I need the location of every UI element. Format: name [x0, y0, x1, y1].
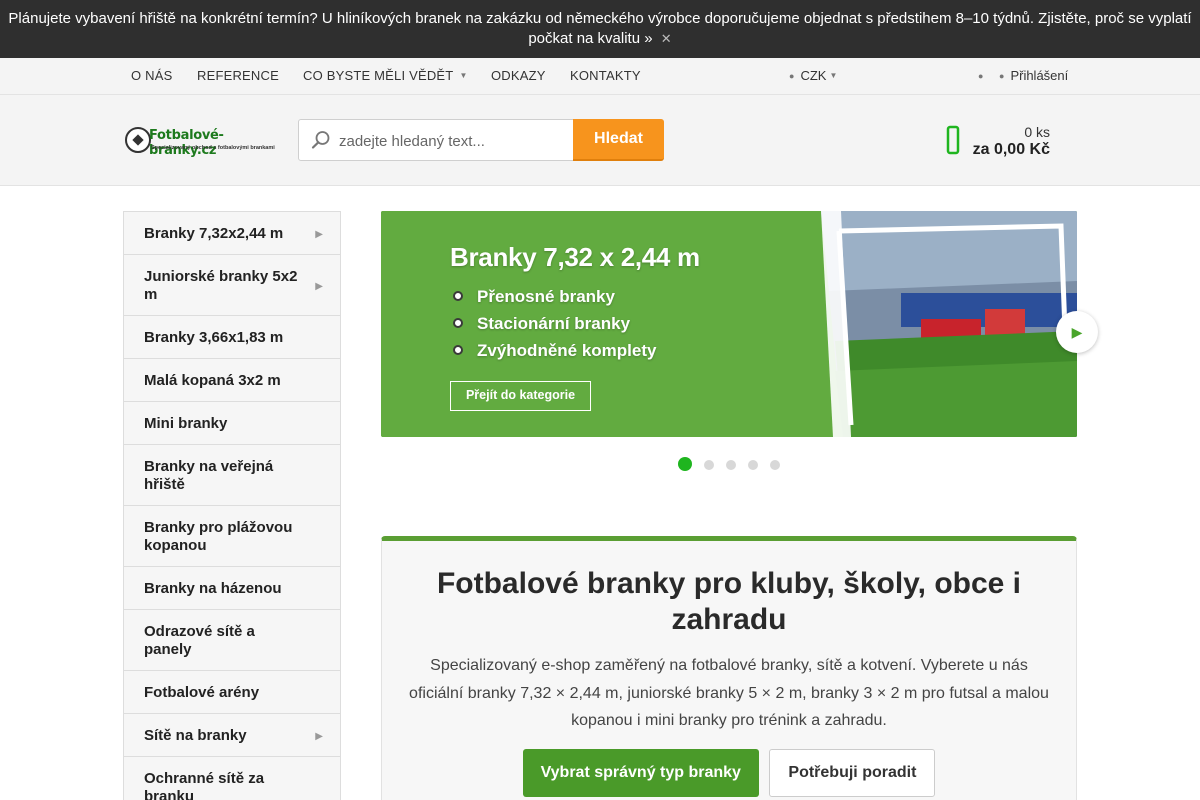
notice-text[interactable]: Plánujete vybavení hřiště na konkrétní t… [8, 10, 1191, 47]
intro-box: Fotbalové branky pro kluby, školy, obce … [381, 536, 1077, 800]
sidebar-item-fotbalove-areny[interactable]: Fotbalové arény [124, 671, 340, 714]
sidebar-item-plazova-kopana[interactable]: Branky pro plážovou kopanou [124, 506, 340, 567]
slider-dot[interactable] [748, 460, 758, 470]
slide-bullet-text: Přenosné branky [477, 287, 615, 306]
intro-text: Specializovaný e-shop zaměřený na fotbal… [409, 657, 1049, 729]
slider-next-button[interactable]: ▶ [1056, 311, 1098, 353]
category-sidebar: Branky 7,32x2,44 m ▶ Juniorské branky 5x2… [123, 211, 341, 800]
sidebar-item-juniorske-branky[interactable]: Juniorské branky 5x2 m ▶ [124, 255, 340, 316]
nav-link-o-nas[interactable]: O NÁS [131, 68, 172, 83]
chevron-down-icon: ▼ [829, 71, 838, 80]
sidebar-item-odrazove-site[interactable]: Odrazové sítě a panely [124, 610, 340, 671]
nav-link-co-byste-meli-vedet[interactable]: CO BYSTE MĚLI VĚDĚT ▼ [303, 68, 468, 83]
sidebar-item-mala-kopana[interactable]: Malá kopaná 3x2 m [124, 359, 340, 402]
cart-icon [946, 125, 960, 155]
logo-name: Fotbalové-branky.cz [149, 128, 224, 158]
sidebar-item-label: Malá kopaná 3x2 m [144, 372, 281, 389]
currency-selector[interactable]: ● CZK ▼ [789, 68, 837, 83]
sidebar-item-mini-branky[interactable]: Mini branky [124, 402, 340, 445]
chevron-right-icon: ▶ [315, 731, 323, 742]
slide-bullet: Zvýhodněné komplety [453, 341, 656, 361]
logo-tagline: Specializovaný obchod s fotbalovými bran… [151, 145, 275, 151]
notice-bar[interactable]: Plánujete vybavení hřiště na konkrétní t… [0, 0, 1200, 58]
sidebar-item-label: Odrazové sítě a panely [144, 623, 255, 658]
intro-buttons: Vybrat správný typ branky Potřebuji pora… [382, 749, 1076, 797]
hero-slider[interactable]: Branky 7,32 x 2,44 m Přenosné branky Sta… [381, 211, 1077, 437]
sidebar-item-label: Branky na házenou [144, 580, 282, 597]
need-advice-button[interactable]: Potřebuji poradit [769, 749, 936, 797]
top-navigation: O NÁS REFERENCE CO BYSTE MĚLI VĚDĚT ▼ ODK… [0, 58, 1200, 95]
sidebar-item-verejna-hriste[interactable]: Branky na veřejná hřiště [124, 445, 340, 506]
sidebar-item-label: Mini branky [144, 415, 228, 432]
site-header: Fotbalové-branky.cz Specializovaný obcho… [0, 95, 1200, 186]
site-logo[interactable]: Fotbalové-branky.cz Specializovaný obcho… [125, 121, 280, 161]
sidebar-item-label: Branky na veřejná hřiště [144, 458, 274, 493]
cart-total: za 0,00 Kč [972, 141, 1050, 158]
search-input[interactable] [339, 130, 569, 152]
search-icon [311, 131, 330, 149]
nav-link-kontakty[interactable]: KONTAKTY [570, 68, 641, 83]
chevron-down-icon: ▼ [459, 71, 468, 80]
chevron-right-icon: ▶ [315, 229, 323, 240]
sidebar-item-label: Branky 7,32x2,44 m [144, 225, 284, 242]
login-label: Přihlášení [1010, 68, 1069, 83]
sidebar-item-branky-7-32[interactable]: Branky 7,32x2,44 m ▶ [124, 212, 340, 255]
slide-bullet: Přenosné branky [453, 287, 615, 307]
slider-dot[interactable] [704, 460, 714, 470]
slider-dot[interactable] [726, 460, 736, 470]
sidebar-item-label: Juniorské branky 5x2 m [144, 268, 298, 303]
football-icon [125, 127, 151, 153]
slider-dot[interactable] [678, 457, 692, 471]
cart-quantity: 0 ks [1024, 124, 1050, 140]
sidebar-item-site-na-branky[interactable]: Sítě na branky ▶ [124, 714, 340, 757]
chevron-right-icon: ▶ [1071, 324, 1083, 340]
slide-bullet-text: Stacionární branky [477, 314, 631, 333]
close-icon[interactable]: ✕ [661, 29, 672, 49]
currency-icon: ● [789, 71, 795, 81]
football-icon [453, 345, 463, 355]
login-link[interactable]: ● Přihlášení [999, 68, 1068, 83]
choose-goal-type-button[interactable]: Vybrat správný typ branky [522, 749, 759, 797]
currency-label: CZK [800, 68, 827, 83]
slider-dot[interactable] [770, 460, 780, 470]
cart-widget[interactable]: 0 ks za 0,00 Kč [940, 121, 1050, 161]
nav-link-label: CO BYSTE MĚLI VĚDĚT [303, 68, 454, 83]
slide-bullet: Stacionární branky [453, 314, 630, 334]
sidebar-item-label: Fotbalové arény [144, 684, 260, 701]
football-icon [453, 291, 463, 301]
nav-link-reference[interactable]: REFERENCE [197, 68, 279, 83]
sidebar-item-label: Branky pro plážovou kopanou [144, 519, 293, 554]
slide-bullet-text: Zvýhodněné komplety [477, 341, 657, 360]
sidebar-item-ochranne-site[interactable]: Ochranné sítě za branku [124, 757, 340, 800]
slide-title: Branky 7,32 x 2,44 m [450, 242, 700, 272]
sidebar-item-label: Ochranné sítě za branku [144, 770, 265, 800]
page-title: Fotbalové branky pro kluby, školy, obce … [436, 567, 1022, 636]
football-icon [453, 318, 463, 328]
slide-cta-button[interactable]: Přejít do kategorie [450, 381, 591, 411]
nav-link-odkazy[interactable]: ODKAZY [491, 68, 546, 83]
chevron-right-icon: ▶ [315, 281, 323, 292]
sidebar-item-hazena[interactable]: Branky na házenou [124, 567, 340, 610]
login-icon: ● [999, 71, 1005, 81]
sidebar-item-label: Sítě na branky [144, 727, 247, 744]
search-box: Hledat [298, 119, 664, 161]
sidebar-item-label: Branky 3,66x1,83 m [144, 329, 284, 346]
sidebar-item-branky-3-66[interactable]: Branky 3,66x1,83 m [124, 316, 340, 359]
search-button[interactable]: Hledat [573, 119, 664, 161]
user-icon[interactable]: ● [978, 68, 984, 83]
